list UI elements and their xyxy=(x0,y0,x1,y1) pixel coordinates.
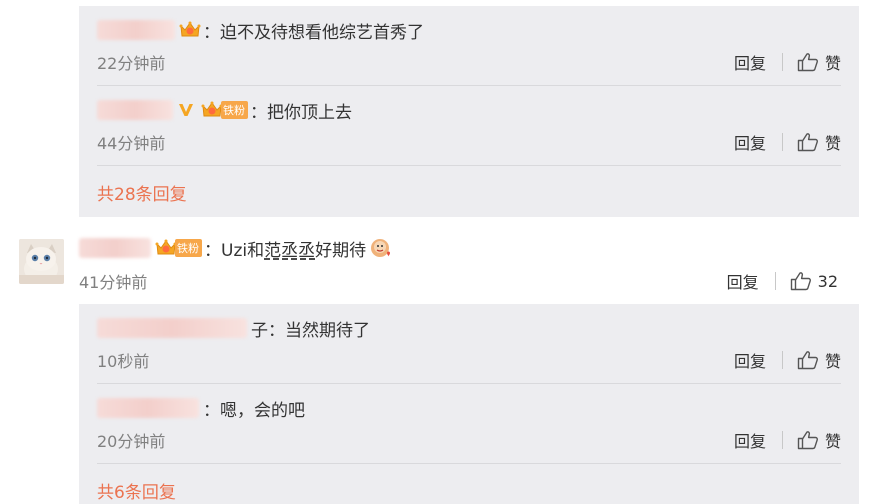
more-replies-link[interactable]: 共6条回复 xyxy=(97,478,176,503)
blurred-username[interactable] xyxy=(97,100,173,120)
blurred-username[interactable] xyxy=(97,20,175,40)
like-button[interactable]: 赞 xyxy=(797,428,841,452)
username-tail[interactable]: 子 xyxy=(251,316,268,341)
like-label: 赞 xyxy=(824,134,841,153)
like-label: 赞 xyxy=(824,432,841,451)
like-button[interactable]: 赞 xyxy=(797,348,841,372)
reply-time: 44分钟前 xyxy=(97,134,166,153)
like-button[interactable]: 赞 xyxy=(797,130,841,154)
reply-text: ：迫不及待想看他综艺首秀了 xyxy=(203,22,424,43)
sub-reply: ：迫不及待想看他综艺首秀了 22分钟前 回复 赞 xyxy=(97,6,841,86)
reply-text: ：把你顶上去 xyxy=(250,102,352,123)
sub-replies-block: 子 ：当然期待了 10秒前 回复 赞 ：嗯，会的吧 20分钟前 回复 赞 共6条… xyxy=(79,304,859,504)
reply-button[interactable]: 回复 xyxy=(734,348,766,372)
crown-badge-icon xyxy=(201,101,223,117)
fan-badge: 铁粉 xyxy=(221,101,248,119)
more-replies-link[interactable]: 共28条回复 xyxy=(97,180,187,205)
thumbs-up-icon xyxy=(797,53,818,72)
reply-text: ：当然期待了 xyxy=(268,320,370,341)
like-label: 赞 xyxy=(824,352,841,371)
comment-item: 铁粉 ：Uzi和 范丞丞 好期待 41分钟前 回复 32 xyxy=(0,225,879,300)
reply-button[interactable]: 回复 xyxy=(734,428,766,452)
comment-text-after: 好期待 xyxy=(315,240,367,261)
divider xyxy=(97,165,841,166)
thumbs-up-icon xyxy=(797,133,818,152)
action-divider xyxy=(781,53,783,71)
sub-reply: ：嗯，会的吧 20分钟前 回复 赞 xyxy=(97,384,841,464)
reply-button[interactable]: 回复 xyxy=(727,269,759,293)
reply-time: 10秒前 xyxy=(97,352,150,371)
comment-text-before: ：Uzi和 xyxy=(204,240,265,261)
blurred-username[interactable] xyxy=(79,238,151,258)
thumbs-up-icon xyxy=(797,351,818,370)
emoji-sticker-icon xyxy=(371,239,391,257)
cat-avatar-image xyxy=(19,239,64,284)
blurred-username[interactable] xyxy=(97,318,247,338)
action-divider xyxy=(781,431,783,449)
sub-reply: 子 ：当然期待了 10秒前 回复 赞 xyxy=(97,304,841,384)
avatar[interactable] xyxy=(19,239,64,284)
crown-badge-icon xyxy=(155,239,177,255)
thumbs-up-icon xyxy=(790,272,811,291)
fan-badge: 铁粉 xyxy=(175,239,202,257)
sub-reply: 铁粉 ：把你顶上去 44分钟前 回复 赞 xyxy=(97,86,841,166)
action-divider xyxy=(774,272,776,290)
sub-replies-block: ：迫不及待想看他综艺首秀了 22分钟前 回复 赞 铁粉 ：把你顶上去 44分钟前… xyxy=(79,6,859,217)
reply-time: 20分钟前 xyxy=(97,432,166,451)
action-divider xyxy=(781,351,783,369)
thumbs-up-icon xyxy=(797,431,818,450)
blurred-username[interactable] xyxy=(97,398,199,418)
like-count: 32 xyxy=(817,271,838,291)
reply-time: 22分钟前 xyxy=(97,54,166,73)
action-divider xyxy=(781,133,783,151)
reply-text: ：嗯，会的吧 xyxy=(203,400,305,421)
comment-time: 41分钟前 xyxy=(79,273,148,292)
weibo-comment-page: ：迫不及待想看他综艺首秀了 22分钟前 回复 赞 铁粉 ：把你顶上去 44分钟前… xyxy=(0,0,879,504)
reply-button[interactable]: 回复 xyxy=(734,130,766,154)
reply-button[interactable]: 回复 xyxy=(734,50,766,74)
mention-link[interactable]: 范丞丞 xyxy=(264,236,315,261)
divider xyxy=(97,463,841,464)
like-button[interactable]: 32 xyxy=(790,271,838,291)
verified-v-icon xyxy=(179,104,193,116)
like-label: 赞 xyxy=(824,54,841,73)
crown-badge-icon xyxy=(179,21,201,37)
like-button[interactable]: 赞 xyxy=(797,50,841,74)
